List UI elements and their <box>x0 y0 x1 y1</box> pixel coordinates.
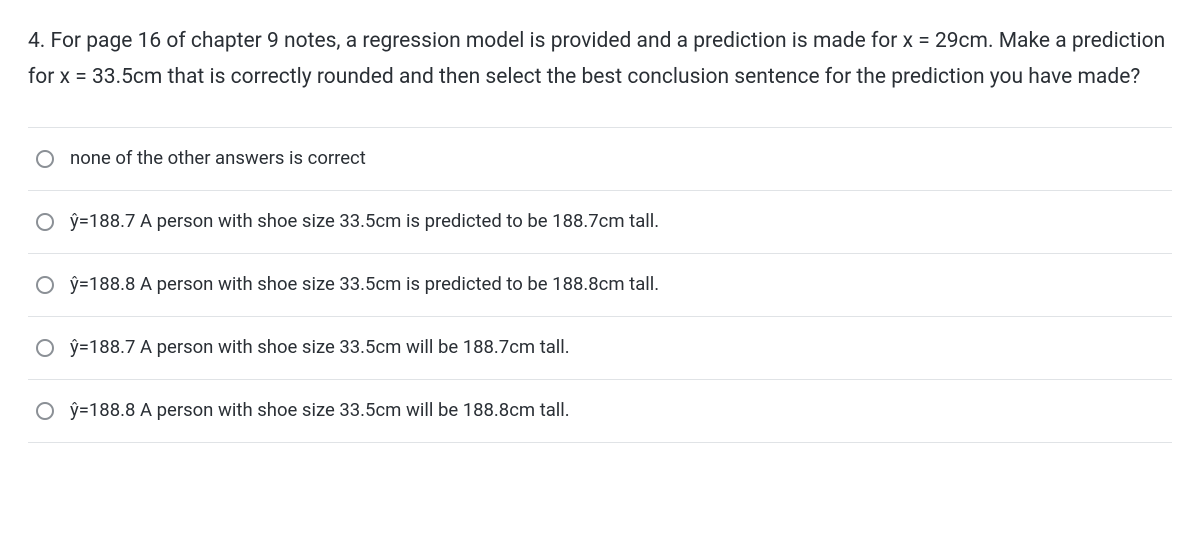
radio-icon <box>36 339 54 357</box>
option-row[interactable]: ŷ=188.8 A person with shoe size 33.5cm … <box>28 254 1172 317</box>
option-row[interactable]: ŷ=188.8 A person with shoe size 33.5cm … <box>28 380 1172 443</box>
option-row[interactable]: ŷ=188.7 A person with shoe size 33.5cm … <box>28 317 1172 380</box>
options-container: none of the other answers is correct ŷ=… <box>28 127 1172 442</box>
radio-icon <box>36 213 54 231</box>
option-label: ŷ=188.8 A person with shoe size 33.5cm … <box>70 398 570 424</box>
option-label: ŷ=188.7 A person with shoe size 33.5cm … <box>70 335 570 361</box>
radio-icon <box>36 150 54 168</box>
option-label: ŷ=188.8 A person with shoe size 33.5cm … <box>70 272 659 298</box>
radio-icon <box>36 276 54 294</box>
question-text: 4. For page 16 of chapter 9 notes, a reg… <box>28 24 1172 95</box>
radio-icon <box>36 402 54 420</box>
option-row[interactable]: none of the other answers is correct <box>28 128 1172 191</box>
option-label: ŷ=188.7 A person with shoe size 33.5cm … <box>70 209 659 235</box>
option-label: none of the other answers is correct <box>70 146 366 172</box>
option-row[interactable]: ŷ=188.7 A person with shoe size 33.5cm … <box>28 191 1172 254</box>
